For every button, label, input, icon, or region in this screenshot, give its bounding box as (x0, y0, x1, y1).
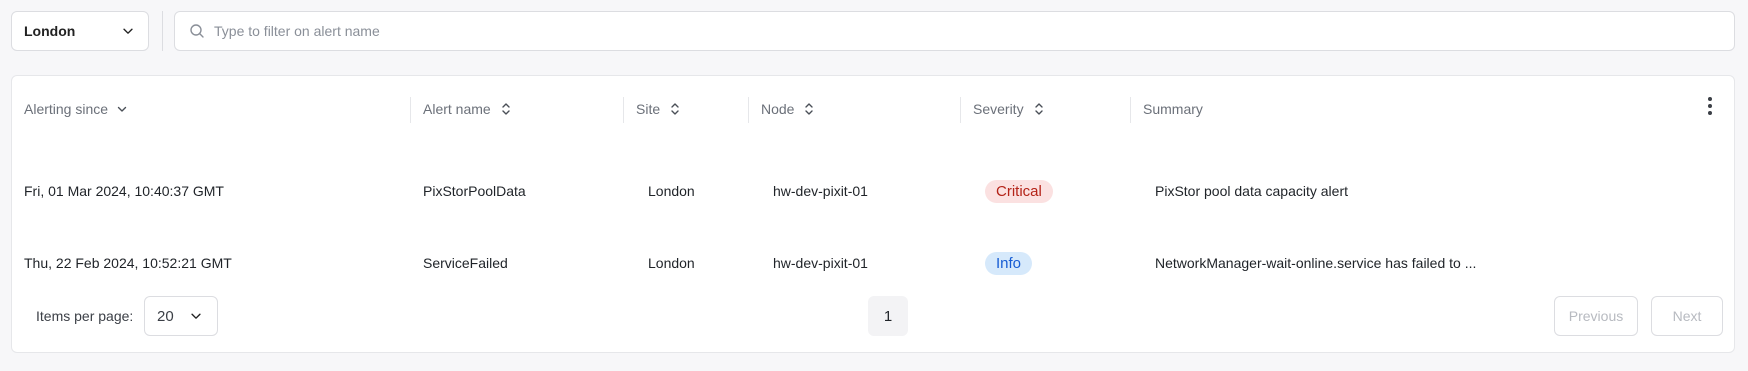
column-label: Alert name (423, 101, 491, 117)
items-per-page-select[interactable]: 20 (144, 296, 218, 336)
table-row[interactable]: Thu, 22 Feb 2024, 10:52:21 GMT ServiceFa… (12, 228, 1734, 298)
column-header-node[interactable]: Node (749, 76, 815, 142)
cell-alert-name: ServiceFailed (423, 255, 508, 271)
cell-alerting-since: Fri, 01 Mar 2024, 10:40:37 GMT (24, 183, 224, 199)
column-header-severity[interactable]: Severity (961, 76, 1045, 142)
filter-bar: London (11, 11, 1735, 51)
cell-summary: NetworkManager-wait-online.service has f… (1155, 255, 1477, 271)
cell-node: hw-dev-pixit-01 (773, 255, 868, 271)
column-label: Alerting since (24, 101, 109, 117)
chevron-down-icon (191, 313, 201, 319)
column-label: Site (636, 101, 661, 117)
search-input[interactable] (214, 23, 1720, 39)
sort-icon (671, 103, 679, 115)
alerts-table: Alerting since Alert name Site Node Seve… (11, 75, 1735, 353)
search-box[interactable] (174, 11, 1735, 51)
cell-summary: PixStor pool data capacity alert (1155, 183, 1348, 199)
site-select[interactable]: London (11, 11, 149, 51)
column-header-site[interactable]: Site (624, 76, 681, 142)
sort-icon (502, 103, 510, 115)
sort-icon (1034, 103, 1043, 115)
chevron-down-icon (117, 106, 127, 112)
pagination: Items per page: 20 1 Previous Next (12, 296, 1734, 336)
page-button-current[interactable]: 1 (868, 296, 908, 336)
sort-icon (805, 103, 814, 115)
table-row[interactable]: Fri, 01 Mar 2024, 10:40:37 GMT PixStorPo… (12, 156, 1734, 226)
status-badge: Critical (985, 179, 1053, 203)
column-header-summary: Summary (1131, 76, 1203, 142)
chevron-down-icon (123, 28, 133, 34)
cell-node: hw-dev-pixit-01 (773, 183, 868, 199)
column-label: Node (761, 101, 795, 117)
items-per-page-label: Items per page: (36, 308, 134, 324)
column-header-alert-name[interactable]: Alert name (411, 76, 512, 142)
items-per-page-value: 20 (157, 307, 174, 325)
column-label: Severity (973, 101, 1024, 117)
status-badge: Info (985, 251, 1033, 275)
cell-site: London (648, 255, 695, 271)
cell-severity: Info (973, 228, 1033, 298)
cell-severity: Critical (973, 156, 1053, 226)
search-icon (190, 24, 204, 38)
table-header: Alerting since Alert name Site Node Seve… (12, 76, 1734, 142)
previous-button[interactable]: Previous (1554, 296, 1638, 336)
divider (162, 11, 163, 51)
next-button[interactable]: Next (1651, 296, 1723, 336)
more-vertical-icon[interactable] (1703, 94, 1717, 118)
cell-site: London (648, 183, 695, 199)
column-header-alerting-since[interactable]: Alerting since (12, 76, 128, 142)
site-select-value: London (24, 23, 76, 39)
column-label: Summary (1143, 101, 1203, 117)
cell-alerting-since: Thu, 22 Feb 2024, 10:52:21 GMT (24, 255, 232, 271)
cell-alert-name: PixStorPoolData (423, 183, 526, 199)
